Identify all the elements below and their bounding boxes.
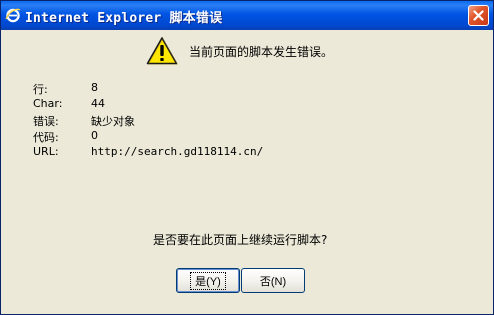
yes-button-label: 是(Y)	[190, 271, 226, 290]
line-value: 8	[91, 81, 98, 94]
close-button[interactable]	[468, 5, 489, 26]
continue-question: 是否要在此页面上继续运行脚本?	[153, 233, 328, 247]
line-label: 行:	[33, 83, 48, 96]
title-bar[interactable]: Internet Explorer 脚本错误	[1, 1, 493, 30]
no-button[interactable]: 否(N)	[241, 268, 305, 293]
close-icon	[473, 10, 484, 21]
code-label: 代码:	[33, 131, 59, 144]
char-value: 44	[91, 97, 105, 110]
script-error-dialog: Internet Explorer 脚本错误 当前页面的脚本发生错误。 行: 8…	[0, 0, 494, 315]
warning-icon	[146, 36, 179, 66]
error-value: 缺少对象	[91, 115, 135, 128]
code-value: 0	[91, 129, 98, 142]
error-message: 当前页面的脚本发生错误。	[189, 45, 334, 59]
window-title: Internet Explorer 脚本错误	[25, 11, 223, 26]
yes-button[interactable]: 是(Y)	[176, 268, 240, 293]
error-label: 错误:	[33, 115, 59, 128]
url-label: URL:	[33, 145, 59, 158]
url-value: http://search.gd118114.cn/	[91, 145, 264, 158]
ie-icon	[5, 7, 21, 23]
no-button-label: 否(N)	[259, 275, 287, 288]
char-label: Char:	[33, 97, 63, 110]
